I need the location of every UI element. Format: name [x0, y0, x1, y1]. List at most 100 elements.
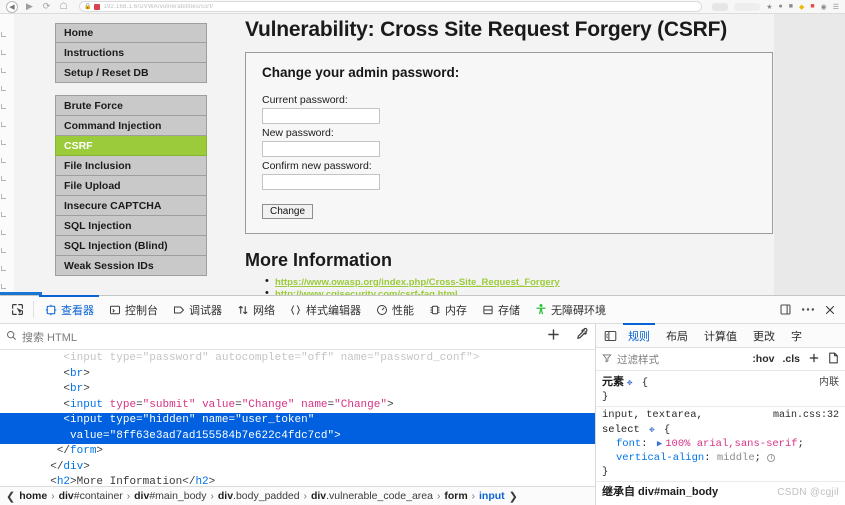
plus-icon[interactable]: [808, 352, 820, 367]
sidebar-item-csrf[interactable]: CSRF: [55, 136, 207, 156]
breadcrumb-scroll-left-icon[interactable]: ❮: [6, 490, 15, 503]
tab-computed[interactable]: 计算值: [696, 324, 745, 348]
tab-memory[interactable]: 内存: [421, 296, 474, 324]
rule-selector[interactable]: 元素: [602, 375, 624, 389]
dock-layout-icon[interactable]: [779, 303, 792, 316]
extension-icon-3[interactable]: ◆: [799, 3, 804, 11]
markup-token: <input type="password" autocomplete="off…: [63, 352, 480, 364]
hamburger-menu-icon[interactable]: ☰: [833, 3, 839, 11]
sidebar-item-sql-injection[interactable]: SQL Injection: [55, 216, 207, 236]
star-icon[interactable]: ★: [766, 3, 772, 11]
current-password-label: Current password:: [262, 94, 348, 106]
markup-line[interactable]: <br>: [0, 382, 595, 398]
breadcrumb-scroll-right-icon[interactable]: ❯: [509, 490, 518, 503]
extension-icon-2[interactable]: ■: [789, 3, 793, 10]
more-options-icon[interactable]: [801, 307, 815, 312]
declaration-property[interactable]: font: [616, 438, 641, 450]
breadcrumb-item[interactable]: div#main_body: [134, 490, 206, 502]
home-icon[interactable]: ☖: [58, 1, 69, 12]
tab-console[interactable]: 控制台: [101, 296, 165, 324]
sidebar-item-setup-reset-db[interactable]: Setup / Reset DB: [55, 63, 207, 83]
filter-icon[interactable]: ✥: [627, 376, 632, 390]
extension-icon-1[interactable]: ●: [779, 3, 783, 10]
url-bar[interactable]: 🔒 192.168.1.6/DVWA/vulnerabilities/csrf/: [79, 1, 703, 12]
hov-toggle[interactable]: :hov: [752, 353, 774, 365]
markup-tree[interactable]: <input type="password" autocomplete="off…: [0, 350, 595, 486]
search-input[interactable]: 搜索 HTML: [22, 329, 77, 345]
tab-accessibility[interactable]: 无障碍环境: [527, 296, 613, 324]
rule-input-textarea-select[interactable]: input, textarea, main.css:32 select ✥ { …: [596, 407, 845, 482]
sidebar-item-insecure-captcha[interactable]: Insecure CAPTCHA: [55, 196, 207, 216]
eyedropper-icon[interactable]: [575, 327, 589, 346]
sidebar-item-home[interactable]: Home: [55, 23, 207, 43]
declaration-value[interactable]: middle: [717, 452, 755, 464]
extension-icon-4[interactable]: ■: [810, 3, 814, 10]
current-password-input[interactable]: [262, 108, 380, 124]
tab-storage[interactable]: 存储: [474, 296, 527, 324]
devtools-panel: 查看器 控制台 调试器 网络 样式编辑器 性能 内存 存储 无障碍环境 搜索 H…: [0, 294, 845, 505]
breadcrumb-item[interactable]: div.body_padded: [218, 490, 300, 502]
breadcrumb-item[interactable]: form: [444, 490, 467, 502]
sidebar-item-weak-session-ids[interactable]: Weak Session IDs: [55, 256, 207, 276]
close-icon[interactable]: [824, 304, 836, 316]
markup-line[interactable]: <input type="password" autocomplete="off…: [0, 351, 595, 367]
breadcrumb-item[interactable]: input: [479, 490, 505, 502]
tab-inspector[interactable]: 查看器: [37, 294, 101, 324]
open-brace: {: [663, 424, 671, 436]
page-icon[interactable]: [828, 352, 839, 367]
tab-rules[interactable]: 规则: [620, 322, 658, 348]
expand-triangle-icon[interactable]: ▶: [657, 439, 662, 449]
new-password-input[interactable]: [262, 141, 380, 157]
link-owasp[interactable]: https://www.owasp.org/index.php/Cross-Si…: [275, 277, 560, 288]
filter-icon[interactable]: ✥: [649, 425, 654, 435]
declaration-vertical-align[interactable]: vertical-align: middle; i: [602, 451, 839, 465]
breadcrumb-item[interactable]: div#container: [59, 490, 123, 502]
rule-source[interactable]: 内联: [819, 376, 839, 390]
sidebar-item-instructions[interactable]: Instructions: [55, 43, 207, 63]
filter-input[interactable]: 过滤样式: [617, 352, 659, 367]
markup-line[interactable]: </form>: [0, 444, 595, 460]
sidebar-item-sql-injection-blind[interactable]: SQL Injection (Blind): [55, 236, 207, 256]
rule-selector[interactable]: input, textarea,: [602, 408, 703, 422]
reload-icon[interactable]: ⟳: [41, 1, 52, 12]
sidebar-item-brute-force[interactable]: Brute Force: [55, 96, 207, 116]
plus-icon[interactable]: [546, 327, 561, 347]
markup-line[interactable]: <h2>More Information</h2>: [0, 475, 595, 486]
sidebar-item-command-injection[interactable]: Command Injection: [55, 116, 207, 136]
tab-layout[interactable]: 布局: [658, 324, 696, 348]
breadcrumb-item[interactable]: home: [19, 490, 47, 502]
tab-fonts[interactable]: 字: [783, 324, 810, 348]
tab-style-editor[interactable]: 样式编辑器: [282, 296, 368, 324]
declaration-font[interactable]: font: ▶ 100% arial,sans-serif;: [602, 437, 839, 451]
sidebar-toggle-icon[interactable]: [600, 330, 620, 342]
rule-element-inline[interactable]: 元素 ✥ { 内联 }: [596, 374, 845, 407]
forward-arrow-icon[interactable]: ▶: [24, 1, 35, 12]
cls-toggle[interactable]: .cls: [782, 353, 800, 365]
info-icon[interactable]: i: [767, 454, 776, 462]
markup-line[interactable]: value="8ff63e3ad7ad155584b7e622c4fdc7cd"…: [0, 428, 595, 444]
rule-selector-cont[interactable]: select: [602, 424, 640, 436]
declaration-value[interactable]: 100% arial,sans-serif: [665, 438, 797, 450]
markup-line[interactable]: <input type="hidden" name="user_token": [0, 413, 595, 429]
sidebar-item-file-upload[interactable]: File Upload: [55, 176, 207, 196]
tab-debugger[interactable]: 调试器: [165, 296, 229, 324]
markup-line[interactable]: </div>: [0, 460, 595, 476]
styles-rules-list[interactable]: 元素 ✥ { 内联 } input, textarea, main.css:32: [596, 371, 845, 505]
markup-line[interactable]: <input type="submit" value="Change" name…: [0, 398, 595, 414]
sidebar-item-file-inclusion[interactable]: File Inclusion: [55, 156, 207, 176]
markup-token: form: [70, 445, 97, 457]
back-arrow-icon[interactable]: ◀: [6, 0, 18, 13]
markup-token: type: [103, 414, 137, 426]
confirm-password-input[interactable]: [262, 174, 380, 190]
tab-network[interactable]: 网络: [229, 296, 282, 324]
breadcrumb-item[interactable]: div.vulnerable_code_area: [311, 490, 433, 502]
styles-filter-actions: :hov .cls: [752, 352, 839, 367]
tab-changes[interactable]: 更改: [745, 324, 783, 348]
rule-source[interactable]: main.css:32: [773, 409, 839, 423]
profile-icon[interactable]: ◉: [821, 3, 827, 11]
change-button[interactable]: Change: [262, 204, 314, 219]
declaration-property[interactable]: vertical-align: [616, 452, 704, 464]
tab-performance[interactable]: 性能: [368, 296, 421, 324]
markup-line[interactable]: <br>: [0, 367, 595, 383]
element-picker-icon[interactable]: [4, 297, 30, 323]
